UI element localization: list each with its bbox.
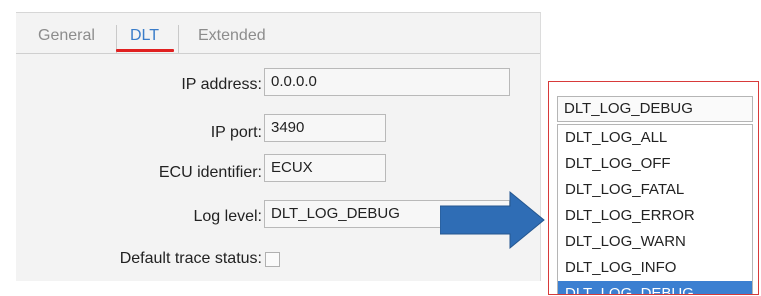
- dropdown-option-highlighted[interactable]: DLT_LOG_DEBUG: [558, 281, 752, 294]
- tab-bar: General DLT Extended: [16, 13, 540, 54]
- tab-dlt[interactable]: DLT: [130, 27, 159, 45]
- dropdown-selected-value[interactable]: DLT_LOG_DEBUG: [557, 96, 753, 122]
- dropdown-option[interactable]: DLT_LOG_WARN: [558, 229, 752, 255]
- active-tab-indicator: [116, 49, 174, 52]
- dropdown-option[interactable]: DLT_LOG_ALL: [558, 125, 752, 151]
- ecu-identifier-field[interactable]: ECUX: [264, 154, 386, 182]
- ip-address-label: IP address:: [181, 76, 262, 93]
- ip-port-label: IP port:: [210, 124, 262, 141]
- right-arrow-icon: [440, 190, 545, 250]
- ecu-identifier-label: ECU identifier:: [158, 164, 262, 181]
- dropdown-option[interactable]: DLT_LOG_INFO: [558, 255, 752, 281]
- tab-divider: [178, 25, 179, 53]
- tab-general[interactable]: General: [38, 27, 95, 45]
- log-level-label: Log level:: [193, 208, 263, 225]
- ip-port-field[interactable]: 3490: [264, 114, 386, 142]
- dropdown-option[interactable]: DLT_LOG_FATAL: [558, 177, 752, 203]
- dropdown-option[interactable]: DLT_LOG_ERROR: [558, 203, 752, 229]
- default-trace-status-checkbox[interactable]: [265, 252, 280, 267]
- dropdown-options-list: DLT_LOG_ALL DLT_LOG_OFF DLT_LOG_FATAL DL…: [557, 124, 753, 294]
- log-level-dropdown-callout: DLT_LOG_DEBUG DLT_LOG_ALL DLT_LOG_OFF DL…: [548, 81, 759, 295]
- dropdown-option[interactable]: DLT_LOG_OFF: [558, 151, 752, 177]
- default-trace-status-label: Default trace status:: [119, 250, 262, 267]
- tab-extended[interactable]: Extended: [198, 27, 266, 45]
- ip-address-field[interactable]: 0.0.0.0: [264, 68, 510, 96]
